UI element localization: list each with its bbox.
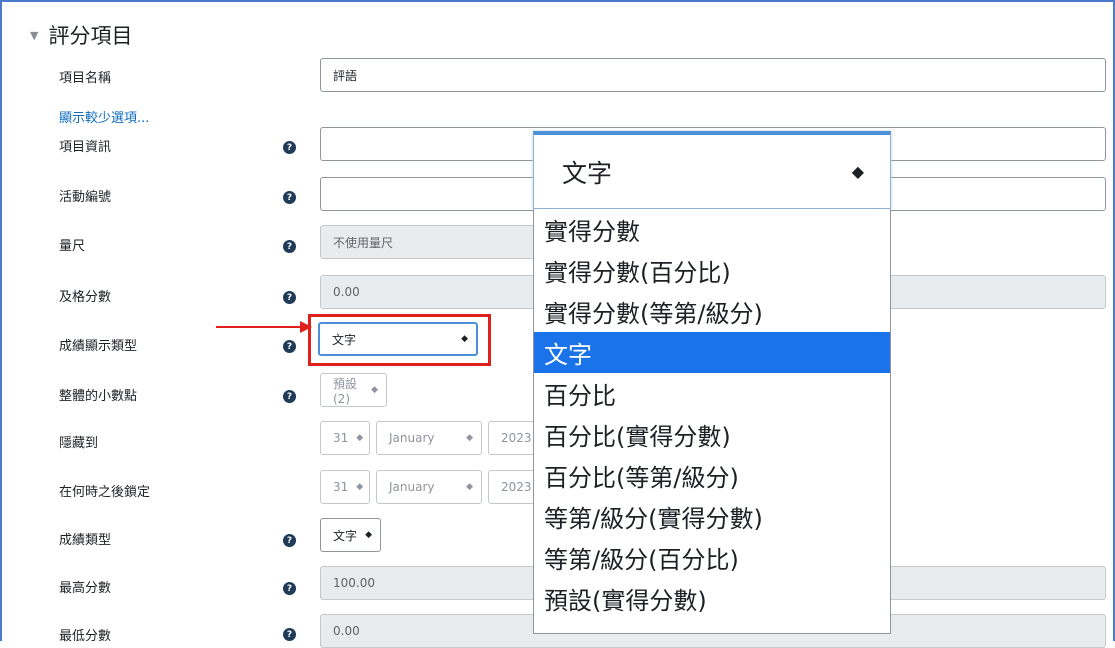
help-icon[interactable]: ? — [283, 390, 296, 403]
select-caret-icon: ◆ — [365, 530, 372, 540]
decimals-label: 整體的小數點 — [59, 389, 138, 404]
dropdown-option[interactable]: 實得分數 — [534, 209, 890, 250]
help-icon[interactable]: ? — [283, 291, 296, 304]
scale-select: 不使用量尺 — [320, 225, 535, 259]
item-name-label: 項目名稱 — [59, 71, 112, 86]
max-grade-label: 最高分數 — [59, 581, 112, 596]
month-value: January — [389, 431, 435, 445]
help-icon[interactable]: ? — [283, 534, 296, 547]
select-caret-icon: ◆ — [466, 482, 473, 492]
help-icon[interactable]: ? — [283, 191, 296, 204]
locked-after-month-select: January ◆ — [376, 470, 482, 504]
display-type-label: 成績顯示類型 — [59, 339, 138, 354]
day-value: 31 — [333, 431, 349, 445]
display-type-dropdown-list: 實得分數 實得分數(百分比) 實得分數(等第/級分) 文字 百分比 百分比(實得… — [533, 209, 891, 634]
dropdown-option[interactable]: 百分比 — [534, 373, 890, 414]
item-name-input[interactable]: 評語 — [320, 58, 1106, 92]
select-caret-icon: ◆ — [371, 385, 378, 395]
dropdown-option[interactable]: 等第/級分(實得分數) — [534, 496, 890, 537]
select-caret-icon: ◆ — [466, 433, 473, 443]
grade-type-value: 文字 — [333, 528, 358, 543]
help-icon[interactable]: ? — [283, 240, 296, 253]
dropdown-option-selected[interactable]: 文字 — [534, 332, 890, 373]
form-frame: ▼ 評分項目 項目名稱 評語 顯示較少選項... 項目資訊 ? 活動編號 ? 量… — [0, 0, 1115, 648]
decimals-select: 預設(2) ◆ — [320, 373, 387, 407]
dropdown-option[interactable]: 等第/級分(百分比) — [534, 537, 890, 578]
help-icon[interactable]: ? — [283, 628, 296, 641]
highlight-box — [308, 314, 491, 366]
decimals-value: 預設(2) — [333, 376, 358, 406]
locked-after-label: 在何時之後鎖定 — [59, 485, 151, 500]
dropdown-option[interactable]: 預設(實得分數) — [534, 578, 890, 619]
scale-label: 量尺 — [59, 239, 86, 254]
display-type-dropdown-box[interactable]: 文字 ◆ — [533, 131, 891, 209]
dropdown-option[interactable]: 百分比(實得分數) — [534, 414, 890, 455]
month-value: January — [389, 480, 435, 494]
dropdown-option[interactable]: 實得分數(等第/級分) — [534, 291, 890, 332]
hidden-until-label: 隱藏到 — [59, 436, 99, 451]
select-caret-icon: ◆ — [356, 482, 364, 492]
help-icon[interactable]: ? — [283, 141, 296, 154]
activity-id-label: 活動編號 — [59, 190, 112, 205]
locked-after-day-select: 31 ◆ — [320, 470, 370, 504]
section-title: 評分項目 — [48, 24, 133, 48]
select-caret-icon: ◆ — [851, 162, 864, 181]
dropdown-selected-value: 文字 — [562, 158, 613, 188]
pass-grade-label: 及格分數 — [59, 290, 112, 305]
section-header[interactable]: ▼ 評分項目 — [30, 20, 132, 50]
select-caret-icon: ◆ — [356, 433, 364, 443]
year-value: 2023 — [501, 431, 532, 445]
day-value: 31 — [333, 480, 349, 494]
item-info-label: 項目資訊 — [59, 140, 112, 155]
show-less-link[interactable]: 顯示較少選項... — [59, 107, 149, 126]
hidden-until-day-select: 31 ◆ — [320, 421, 370, 455]
help-icon[interactable]: ? — [283, 340, 296, 353]
min-grade-label: 最低分數 — [59, 629, 112, 644]
help-icon[interactable]: ? — [283, 582, 296, 595]
collapse-triangle-icon[interactable]: ▼ — [30, 29, 38, 42]
grade-type-label: 成績類型 — [59, 533, 112, 548]
annotation-arrow-icon — [216, 321, 312, 333]
dropdown-option[interactable]: 實得分數(百分比) — [534, 250, 890, 291]
dropdown-option[interactable]: 百分比(等第/級分) — [534, 455, 890, 496]
hidden-until-month-select: January ◆ — [376, 421, 482, 455]
year-value: 2023 — [501, 480, 532, 494]
grade-type-select[interactable]: 文字 ◆ — [320, 518, 381, 552]
